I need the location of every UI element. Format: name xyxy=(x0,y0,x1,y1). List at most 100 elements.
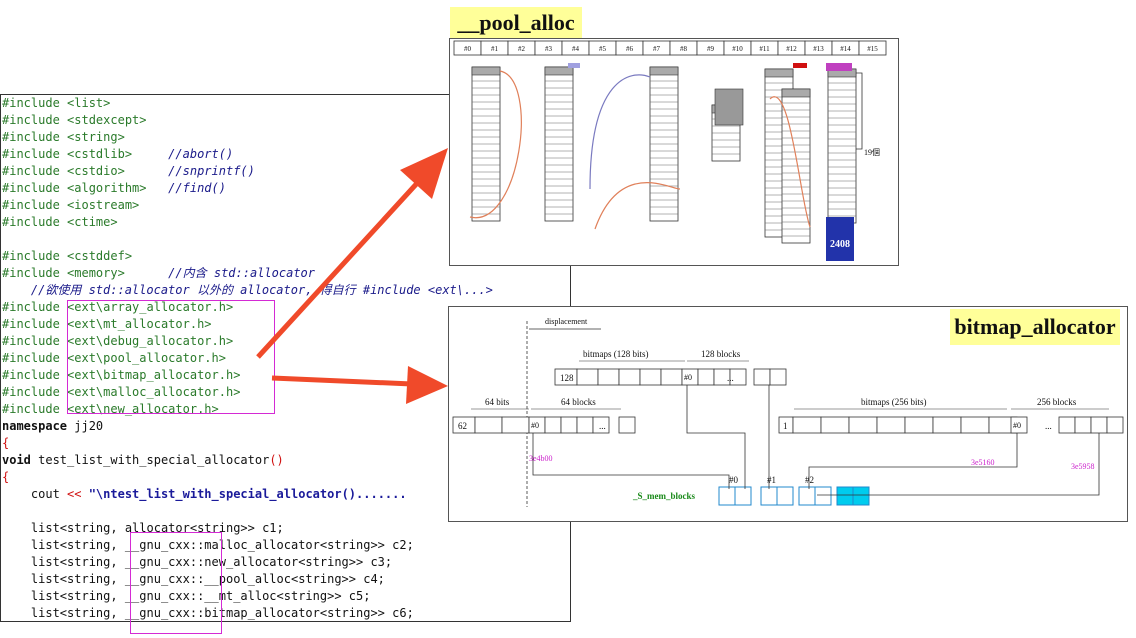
pool-alloc-panel: #0 #1 #2 #3 #4 #5 #6 #7 #8 #9 #10 #11 #12 #13 #14 #15 24… xyxy=(449,38,899,266)
count-1-label: 1 xyxy=(783,421,788,431)
code-token: namespace xyxy=(2,419,68,433)
code-token: () xyxy=(269,453,284,467)
bitmaps-128-label: bitmaps (128 bits) xyxy=(583,349,649,359)
mem-block-index: #2 xyxy=(805,475,814,485)
pool-alloc-diagram: #0 #1 #2 #3 #4 #5 #6 #7 #8 #9 #10 #11 #12 #13 #14 #15 24… xyxy=(453,40,887,261)
ellipsis-label: ... xyxy=(727,373,734,383)
code-line: #include <memory> //内含 std::allocator xyxy=(2,265,315,282)
free-list-slot-label: #14 xyxy=(840,45,851,53)
displacement-label: displacement xyxy=(545,317,588,326)
code-token: #include <ctime> xyxy=(2,215,118,229)
bitmap-cell xyxy=(960,416,990,434)
mem-block-cell xyxy=(718,486,736,506)
free-list-slot-label: #12 xyxy=(786,45,797,53)
code-line: { xyxy=(2,435,9,452)
code-token: cout xyxy=(2,487,68,501)
bitmap-cell xyxy=(1106,416,1124,434)
bitmap-cell xyxy=(618,416,636,434)
bitmap-cell xyxy=(848,416,878,434)
code-token: #include <memory> xyxy=(2,266,169,280)
code-token: //abort() xyxy=(168,147,234,161)
code-token: #include <algorithm> xyxy=(2,181,169,195)
blocks-64-label: 64 blocks xyxy=(561,397,596,407)
chunk-block-gray xyxy=(714,88,744,126)
code-line: #include <cstdlib> //abort() xyxy=(2,146,233,163)
code-line: #include <ctime> xyxy=(2,214,118,231)
namespace-highlight-box xyxy=(130,532,222,634)
free-list-slot-label: #7 xyxy=(653,45,661,53)
mem-block-cell xyxy=(760,486,778,506)
bitmap-cell xyxy=(792,416,822,434)
code-token: "\ntest_list_with_special_allocator()...… xyxy=(81,487,407,501)
bitmap-allocator-title: bitmap_allocator xyxy=(950,309,1120,345)
chunk-head xyxy=(471,66,501,76)
count-label: 19個 xyxy=(864,147,880,157)
marker-0-label: #0 xyxy=(684,373,692,382)
ellipsis-label: ... xyxy=(1045,421,1052,431)
bitmap-cell xyxy=(769,368,787,386)
bitmap-cell xyxy=(753,368,771,386)
free-list-slot-label: #10 xyxy=(732,45,743,53)
code-line: { xyxy=(2,469,9,486)
bitmap-cell xyxy=(932,416,962,434)
blocks-128-label: 128 blocks xyxy=(701,349,741,359)
code-token: void xyxy=(2,453,31,467)
code-line: #include <algorithm> //find() xyxy=(2,180,226,197)
code-line: //欲使用 std::allocator 以外的 allocator, 得自行 … xyxy=(2,282,493,299)
pointer-line xyxy=(532,433,730,489)
bitmap-cell xyxy=(1058,416,1076,434)
free-list-slot-label: #3 xyxy=(545,45,553,53)
code-token: //find() xyxy=(168,181,226,195)
code-token: //内含 std::allocator xyxy=(168,266,315,280)
free-list-slot-label: #9 xyxy=(707,45,715,53)
address-label: 3e4b00 xyxy=(529,454,553,463)
code-token: //snprintf() xyxy=(168,164,255,178)
marker-0-label: #0 xyxy=(1013,421,1021,430)
red-block xyxy=(793,63,807,68)
bitmap-cell xyxy=(876,416,906,434)
chunk-head xyxy=(649,66,679,76)
code-token: //欲使用 std::allocator 以外的 allocator, 得自行 … xyxy=(2,283,493,297)
bitmap-cell xyxy=(639,368,662,386)
free-list-slot-label: #0 xyxy=(464,45,472,53)
bitmap-cell xyxy=(474,416,503,434)
magenta-block xyxy=(826,63,852,71)
mem-blocks-label: _S_mem_blocks xyxy=(632,491,696,501)
code-line: #include <cstdio> //snprintf() xyxy=(2,163,255,180)
bitmaps-256-label: bitmaps (256 bits) xyxy=(861,397,927,407)
mem-block-cell xyxy=(798,486,816,506)
address-label: 3e5160 xyxy=(971,458,995,467)
code-line: #include <stdexcept> xyxy=(2,112,147,129)
bitmap-cell xyxy=(1090,416,1108,434)
free-list-slot-label: #4 xyxy=(572,45,580,53)
mem-block-cell xyxy=(852,486,870,506)
pointer-line xyxy=(817,433,1100,496)
free-list-slot-label: #13 xyxy=(813,45,824,53)
pool-alloc-title: __pool_alloc xyxy=(450,7,582,38)
count-128-label: 128 xyxy=(560,373,574,383)
code-token: jj20 xyxy=(67,419,104,433)
bitmap-cell xyxy=(904,416,934,434)
bitmap-cell xyxy=(501,416,530,434)
chunk-head xyxy=(781,88,811,98)
free-list-slot-label: #6 xyxy=(626,45,634,53)
mem-block-cell xyxy=(814,486,832,506)
bitmap-cell xyxy=(660,368,683,386)
count-bracket xyxy=(856,72,863,150)
code-token: #include <stdexcept> xyxy=(2,113,147,127)
code-token: #include <iostream> xyxy=(2,198,140,212)
chunk-head xyxy=(764,68,794,78)
free-list-slot-label: #5 xyxy=(599,45,607,53)
free-list-slot-label: #15 xyxy=(867,45,878,53)
code-line: #include <list> xyxy=(2,95,110,112)
free-list-slot-label: #8 xyxy=(680,45,688,53)
code-line: cout << "\ntest_list_with_special_alloca… xyxy=(2,486,407,503)
mem-block-index: #1 xyxy=(767,475,776,485)
code-token: { xyxy=(2,436,10,450)
bitmap-cell xyxy=(576,368,599,386)
marker-0-label: #0 xyxy=(531,421,539,430)
bits-64-label: 64 bits xyxy=(485,397,510,407)
link-curve xyxy=(589,74,651,190)
code-token: { xyxy=(2,470,10,484)
code-line: void test_list_with_special_allocator() xyxy=(2,452,284,469)
